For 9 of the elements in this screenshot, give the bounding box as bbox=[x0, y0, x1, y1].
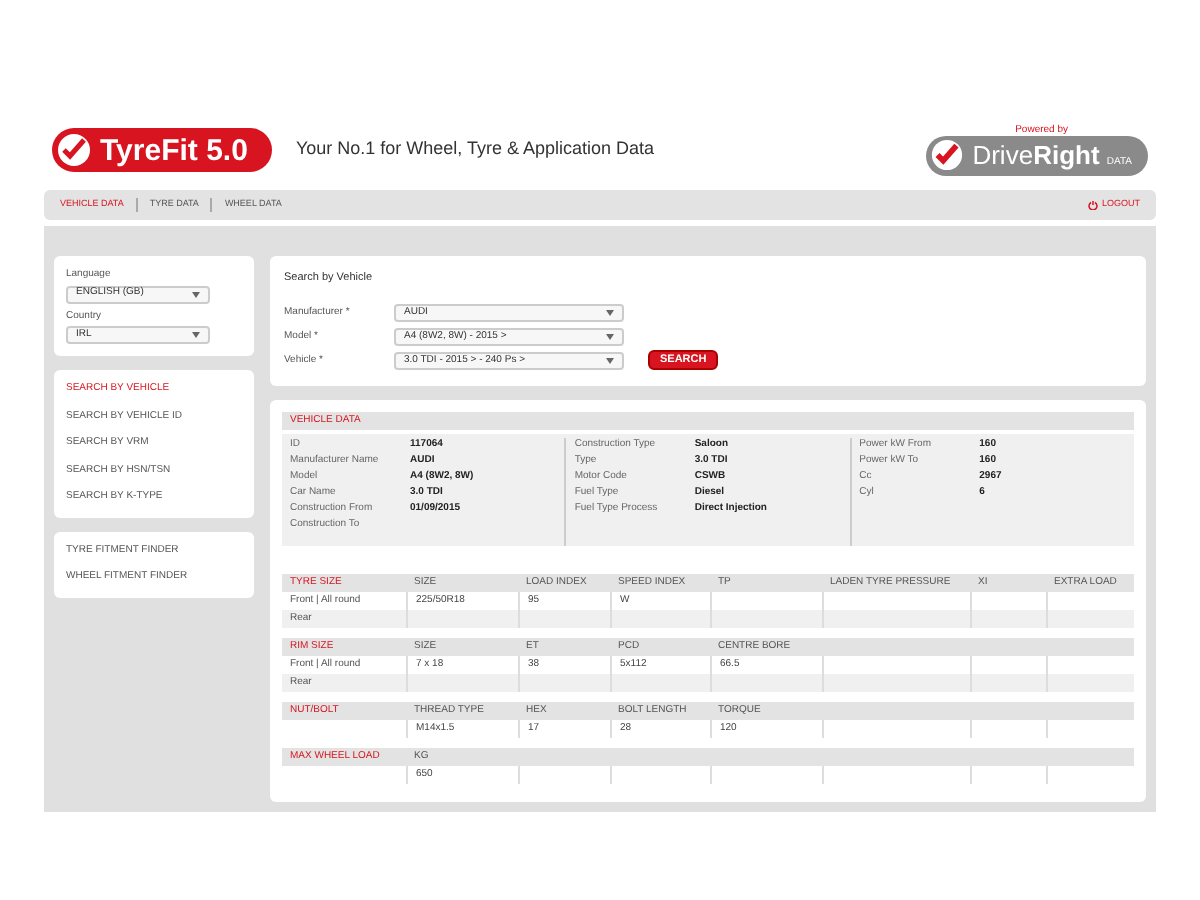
caret-icon bbox=[606, 358, 614, 365]
caret-icon bbox=[192, 291, 200, 297]
caret-icon bbox=[606, 334, 614, 341]
caret-icon bbox=[192, 332, 200, 338]
logo-name: TyreFit 5.0 bbox=[100, 135, 248, 165]
tagline: Your No.1 for Wheel, Tyre & Application Data bbox=[295, 136, 655, 163]
power-icon bbox=[1087, 200, 1098, 210]
caret-icon bbox=[606, 310, 614, 317]
check-icon bbox=[930, 138, 965, 172]
